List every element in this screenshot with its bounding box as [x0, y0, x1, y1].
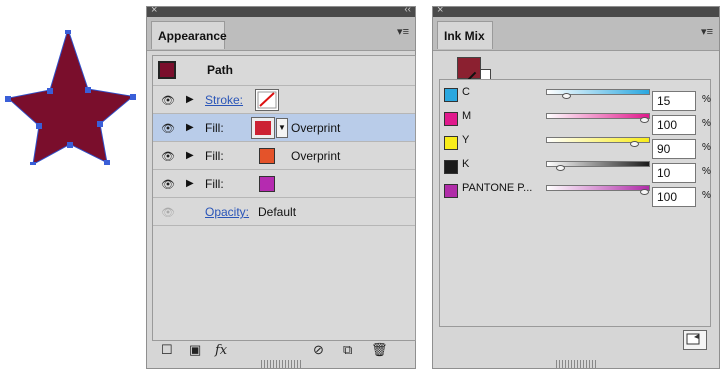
ink-mix-panel: × Ink Mix ▾≡ C 15 % M 100 % Y 90 % K 10 …: [432, 4, 720, 369]
percent-label: %: [702, 118, 711, 129]
tab-ink-mix[interactable]: Ink Mix: [437, 21, 493, 49]
appearance-panel: × ‹‹ Appearance ▾≡ Path 👁 ▶ Stroke: 👁 ▶ …: [146, 4, 416, 369]
ink-slider[interactable]: [546, 185, 650, 191]
eye-icon[interactable]: 👁: [161, 122, 175, 135]
ink-value-field[interactable]: 100: [652, 187, 696, 207]
eye-icon[interactable]: 👁: [161, 206, 175, 219]
add-effect-icon[interactable]: fx: [215, 343, 227, 358]
slider-knob[interactable]: [556, 165, 565, 171]
panel-menu-icon[interactable]: ▾≡: [701, 25, 713, 38]
fill-row-2[interactable]: 👁 ▶ Fill: Overprint: [153, 142, 415, 170]
trash-icon[interactable]: 🗑: [371, 342, 388, 358]
ink-slider[interactable]: [546, 113, 650, 119]
ink-swatch: [444, 112, 458, 126]
slider-knob[interactable]: [640, 117, 649, 123]
fill-swatch-2[interactable]: [259, 148, 275, 164]
fill-swatch-3[interactable]: [259, 176, 275, 192]
expand-triangle-icon[interactable]: ▶: [186, 94, 194, 105]
slider-knob[interactable]: [562, 93, 571, 99]
stroke-link[interactable]: Stroke:: [205, 93, 243, 107]
anchor-point[interactable]: [97, 121, 103, 127]
fill-label: Fill:: [205, 149, 224, 163]
opacity-row[interactable]: 👁 Opacity: Default: [153, 198, 415, 226]
percent-label: %: [702, 166, 711, 177]
ink-list: C 15 % M 100 % Y 90 % K 10 % PANTONE P..…: [439, 79, 711, 327]
expand-triangle-icon[interactable]: ▶: [186, 122, 194, 133]
ink-row-m[interactable]: M 100 %: [440, 108, 711, 135]
fill-swatch-1[interactable]: [251, 117, 275, 139]
anchor-point[interactable]: [85, 87, 91, 93]
close-icon[interactable]: ×: [151, 4, 157, 16]
resize-grip[interactable]: [556, 360, 596, 368]
fill-label: Fill:: [205, 121, 224, 135]
eye-icon[interactable]: 👁: [161, 178, 175, 191]
chevron-down-icon[interactable]: ▼: [276, 118, 288, 138]
ink-name: C: [462, 86, 470, 98]
ink-swatch: [444, 136, 458, 150]
close-icon[interactable]: ×: [437, 4, 443, 16]
overprint-label: Overprint: [291, 149, 341, 163]
appearance-bottom-bar: ☐ ▣ fx ⊘ ⧉ 🗑: [147, 338, 415, 368]
tab-appearance[interactable]: Appearance: [151, 21, 227, 49]
slider-knob[interactable]: [640, 189, 649, 195]
appearance-list: Path 👁 ▶ Stroke: 👁 ▶ Fill: ▼ Overprint 👁…: [152, 55, 416, 341]
ink-swatch: [444, 88, 458, 102]
panel-title-bar[interactable]: × ‹‹: [147, 4, 415, 17]
opacity-value: Default: [258, 205, 297, 219]
ink-name: K: [462, 158, 470, 170]
stroke-swatch[interactable]: [255, 89, 279, 111]
percent-label: %: [702, 94, 711, 105]
ink-swatch: [444, 184, 458, 198]
anchor-point[interactable]: [5, 96, 11, 102]
percent-label: %: [702, 190, 711, 201]
new-swatch-icon: [686, 333, 700, 345]
stroke-row[interactable]: 👁 ▶ Stroke:: [153, 86, 415, 114]
ink-name: M: [462, 110, 472, 122]
slider-knob[interactable]: [630, 141, 639, 147]
ink-name: PANTONE P...: [462, 182, 533, 194]
panel-menu-icon[interactable]: ▾≡: [397, 25, 409, 38]
no-stroke-icon: [257, 91, 277, 109]
ink-row-y[interactable]: Y 90 %: [440, 132, 711, 159]
fill-label: Fill:: [205, 177, 224, 191]
fill-row-3[interactable]: 👁 ▶ Fill:: [153, 170, 415, 198]
overprint-label: Overprint: [291, 121, 341, 135]
fill-row-1[interactable]: 👁 ▶ Fill: ▼ Overprint: [153, 114, 415, 142]
anchor-point[interactable]: [47, 88, 53, 94]
add-new-fill-icon[interactable]: ▣: [189, 342, 201, 358]
add-new-stroke-icon[interactable]: ☐: [161, 342, 173, 358]
anchor-point[interactable]: [30, 162, 36, 165]
star-artwork[interactable]: [0, 30, 140, 165]
ink-row-pantone[interactable]: PANTONE P... 100 %: [440, 180, 711, 207]
duplicate-item-icon[interactable]: ⧉: [343, 342, 352, 358]
anchor-point[interactable]: [65, 30, 71, 34]
eye-icon[interactable]: 👁: [161, 150, 175, 163]
ink-swatch: [444, 160, 458, 174]
eye-icon[interactable]: 👁: [161, 94, 175, 107]
path-thumbnail: [158, 61, 176, 79]
expand-triangle-icon[interactable]: ▶: [186, 178, 194, 189]
resize-grip[interactable]: [261, 360, 301, 368]
ink-row-k[interactable]: K 10 %: [440, 156, 711, 183]
anchor-point[interactable]: [104, 160, 110, 165]
ink-row-c[interactable]: C 15 %: [440, 84, 711, 111]
ink-name: Y: [462, 134, 470, 146]
anchor-point[interactable]: [36, 123, 42, 129]
anchor-point[interactable]: [130, 94, 136, 100]
path-label: Path: [207, 63, 234, 77]
percent-label: %: [702, 142, 711, 153]
collapse-icon[interactable]: ‹‹: [404, 4, 411, 15]
panel-title-bar[interactable]: ×: [433, 4, 719, 17]
new-swatch-button[interactable]: [683, 330, 707, 350]
expand-triangle-icon[interactable]: ▶: [186, 150, 194, 161]
clear-appearance-icon[interactable]: ⊘: [313, 342, 324, 358]
opacity-link[interactable]: Opacity:: [205, 205, 249, 219]
path-header-row[interactable]: Path: [153, 56, 415, 86]
anchor-point[interactable]: [67, 142, 73, 148]
